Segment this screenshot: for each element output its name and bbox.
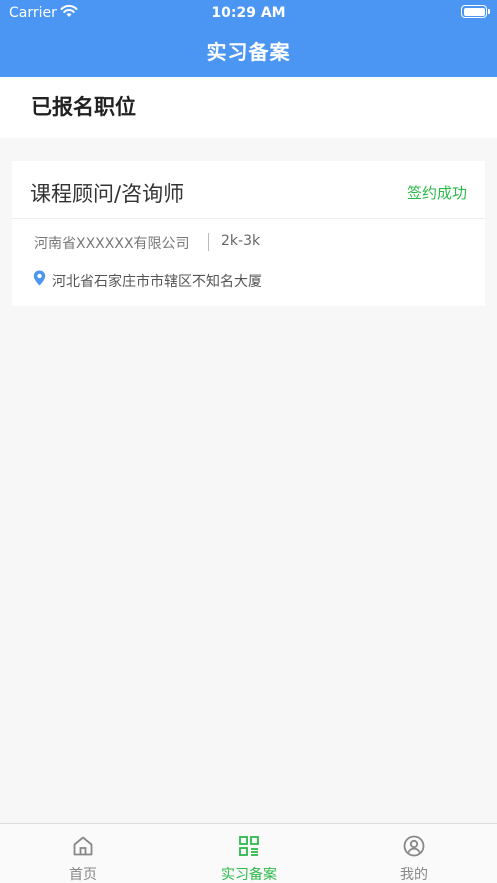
application-card[interactable]: 课程顾问/咨询师 签约成功 河南省XXXXXX有限公司 2k-3k 河北省石家庄…	[12, 161, 485, 306]
status-time: 10:29 AM	[211, 5, 286, 21]
tab-internship-record[interactable]: 实习备案	[166, 824, 332, 883]
app-header: Carrier 10:29 AM 实习备案	[0, 0, 497, 77]
page-title: 实习备案	[206, 40, 291, 64]
qr-grid-icon	[239, 836, 259, 856]
status-badge: 签约成功	[406, 184, 467, 202]
salary-range: 2k-3k	[221, 233, 261, 249]
tab-bar: 首页 实习备案 我的	[0, 823, 497, 883]
user-circle-icon	[403, 835, 425, 857]
tab-label: 首页	[69, 867, 97, 883]
tab-label: 实习备案	[221, 867, 277, 883]
home-icon	[73, 836, 93, 856]
battery-icon	[461, 5, 490, 18]
section-header: 已报名职位	[0, 77, 497, 138]
location-pin-icon	[33, 270, 46, 286]
company-name: 河南省XXXXXX有限公司	[34, 236, 190, 252]
address: 河北省石家庄市市辖区不知名大厦	[52, 274, 262, 290]
tab-home[interactable]: 首页	[0, 824, 166, 883]
tab-profile[interactable]: 我的	[331, 824, 497, 883]
card-header: 课程顾问/咨询师 签约成功	[12, 161, 485, 219]
status-bar: Carrier 10:29 AM	[0, 0, 497, 26]
job-title: 课程顾问/咨询师	[30, 182, 185, 206]
tab-label: 我的	[400, 867, 428, 883]
divider	[208, 233, 209, 251]
section-title: 已报名职位	[31, 95, 136, 119]
